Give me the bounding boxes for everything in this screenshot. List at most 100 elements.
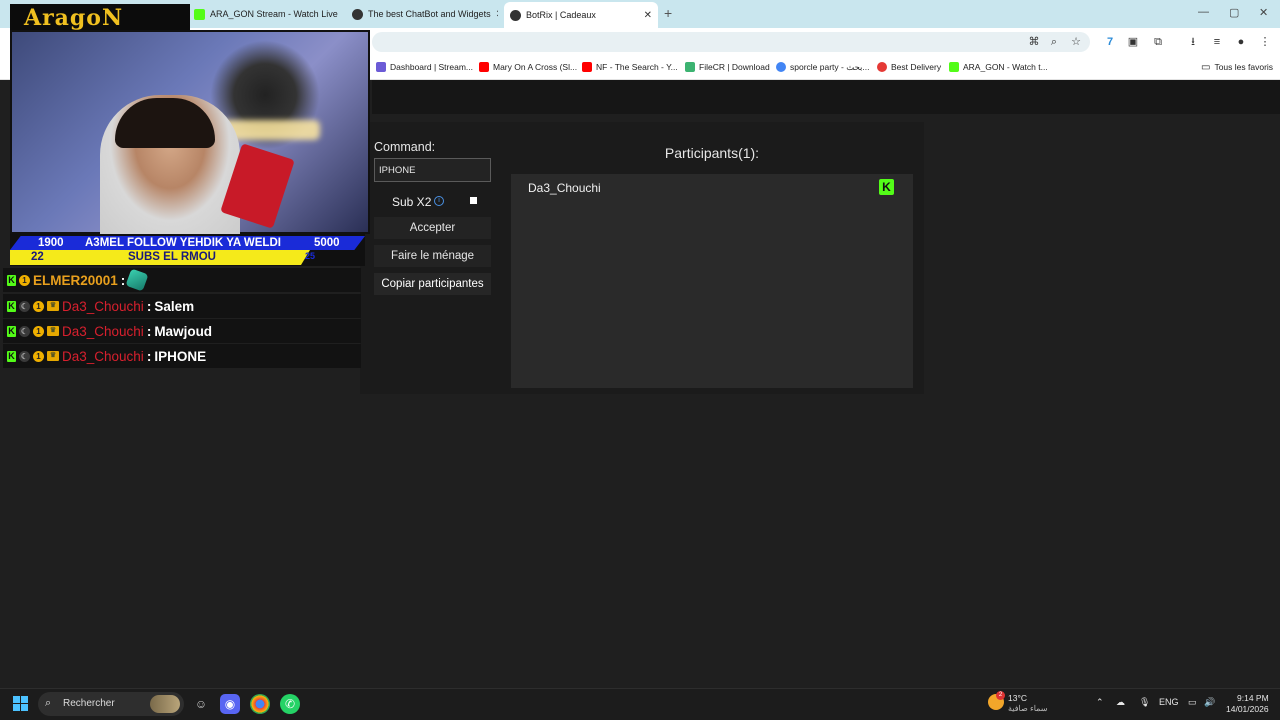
folder-icon: ▭: [1201, 61, 1211, 73]
copy-participants-button[interactable]: Copiar participantes: [374, 273, 491, 295]
kick-badge-icon: K: [7, 350, 16, 362]
moon-badge-icon: ☾: [19, 325, 30, 337]
bookmark-label: ARA_GON - Watch t...: [963, 62, 1048, 72]
zoom-icon[interactable]: ⌕: [1045, 33, 1063, 51]
windows-start-icon[interactable]: [13, 696, 29, 712]
sub-x2-checkbox[interactable]: [470, 197, 477, 204]
follow-goal-text: A3MEL FOLLOW YEHDIK YA WELDI: [85, 237, 281, 249]
gift-badge-icon: 1: [19, 274, 30, 286]
close-tab-icon[interactable]: ✕: [496, 9, 498, 20]
discord-icon[interactable]: ◉: [220, 694, 240, 714]
bookmark-label: Dashboard | Stream...: [390, 62, 473, 72]
aragon-logo: AragoN: [24, 5, 124, 31]
botrix-favicon-icon: [510, 9, 521, 21]
kick-badge-icon: K: [7, 300, 16, 312]
tab-botrix-cadeaux[interactable]: BotRix | Cadeaux ✕: [504, 2, 658, 28]
weather-temp: 13°C: [1008, 693, 1027, 703]
volume-icon[interactable]: 🔊: [1204, 697, 1215, 708]
profile-icon[interactable]: ●: [1232, 33, 1250, 51]
moon-badge-icon: ☾: [19, 300, 30, 312]
chat-message: K ☾ 1 ♛ Da3_Chouchi : Salem: [3, 294, 361, 318]
clock-date[interactable]: 14/01/2026: [1226, 704, 1269, 714]
gift-badge-icon: 1: [33, 325, 44, 337]
kick-platform-icon: K: [879, 179, 894, 195]
all-bookmarks-folder[interactable]: ▭ Tous les favoris: [1201, 60, 1273, 74]
bookmark-dashboard[interactable]: Dashboard | Stream...: [376, 60, 473, 74]
chrome-icon[interactable]: [250, 694, 270, 714]
new-tab-button[interactable]: +: [664, 5, 672, 21]
microphone-icon[interactable]: 🎙: [1139, 697, 1150, 708]
screenshot-extension-icon[interactable]: ▣: [1124, 33, 1142, 51]
media-control-icon[interactable]: ≡: [1208, 33, 1226, 51]
address-bar[interactable]: [372, 32, 1090, 52]
download-icon[interactable]: ⭳: [1184, 33, 1202, 51]
onedrive-icon[interactable]: ☁: [1116, 697, 1125, 708]
taskbar-app-icon[interactable]: ☺: [191, 694, 211, 714]
bookmark-label: Best Delivery: [891, 62, 942, 72]
maximize-button[interactable]: ▢: [1229, 6, 1239, 19]
chat-separator: :: [146, 323, 152, 339]
clock-time[interactable]: 9:14 PM: [1237, 693, 1269, 703]
accept-button[interactable]: Accepter: [374, 217, 491, 239]
bookmark-mary-on-a-cross[interactable]: Mary On A Cross (Sl...: [479, 60, 577, 74]
chat-message: K 1 ELMER20001 :: [3, 268, 361, 292]
translate-icon[interactable]: ⌘: [1025, 33, 1043, 51]
bookmark-label: sporcle party - بحث...: [790, 61, 870, 72]
bookmark-label: Mary On A Cross (Sl...: [493, 62, 578, 72]
bookmark-label: FileCR | Download: [699, 62, 770, 72]
tab-aragon-stream[interactable]: ARA_GON Stream - Watch Live ✕: [188, 3, 340, 25]
chat-text: Salem: [154, 298, 195, 314]
sub-goal-text: SUBS EL RMOU: [128, 251, 216, 263]
bookmark-label: Tous les favoris: [1214, 62, 1274, 72]
bookmark-aragon-watch[interactable]: ARA_GON - Watch t...: [949, 60, 1048, 74]
tab-label: BotRix | Cadeaux: [526, 10, 596, 20]
whatsapp-icon[interactable]: ✆: [280, 694, 300, 714]
delivery-icon: [877, 62, 887, 72]
info-icon[interactable]: i: [434, 196, 444, 206]
emote-icon: [125, 268, 149, 292]
sub-x2-label: Sub X2: [392, 195, 432, 209]
extensions-puzzle-icon[interactable]: ⧉: [1149, 33, 1167, 51]
participants-list: [511, 174, 913, 388]
follow-count: 1900: [38, 237, 64, 249]
bookmark-star-icon[interactable]: ☆: [1067, 33, 1085, 51]
chat-separator: :: [146, 298, 152, 314]
chat-text: IPHONE: [154, 348, 207, 364]
chat-message: K ☾ 1 ♛ Da3_Chouchi : Mawjoud: [3, 319, 361, 343]
bookmark-nf-the-search[interactable]: NF - The Search - Y...: [582, 60, 678, 74]
kick-badge-icon: K: [7, 274, 16, 286]
bookmark-filecr[interactable]: FileCR | Download: [685, 60, 770, 74]
clear-button[interactable]: Faire le ménage: [374, 245, 491, 267]
filecr-icon: [685, 62, 695, 72]
participant-name[interactable]: Da3_Chouchi: [528, 181, 601, 195]
extension-icon[interactable]: 7: [1101, 33, 1119, 51]
bookmark-best-delivery[interactable]: Best Delivery: [877, 60, 941, 74]
youtube-icon: [479, 62, 489, 72]
language-indicator[interactable]: ENG: [1159, 697, 1179, 707]
follow-goal-target: 5000: [314, 237, 340, 249]
sub-count: 22: [31, 251, 44, 263]
search-highlight-image: [150, 695, 180, 713]
close-tab-icon[interactable]: ✕: [644, 10, 652, 21]
network-icon[interactable]: ▭: [1188, 697, 1197, 708]
close-window-button[interactable]: ✕: [1259, 6, 1268, 19]
taskbar-search-placeholder: Rechercher: [63, 698, 115, 709]
youtube-icon: [582, 62, 592, 72]
gift-badge-icon: 1: [33, 300, 44, 312]
command-label: Command:: [374, 140, 436, 154]
bookmark-sporcle-party[interactable]: sporcle party - بحث...: [776, 60, 870, 74]
menu-kebab-icon[interactable]: ⋮: [1256, 33, 1274, 51]
kick-icon: [949, 62, 959, 72]
tray-chevron-icon[interactable]: ⌃: [1096, 697, 1104, 708]
sub-goal-target: 25: [305, 251, 316, 261]
google-icon: [776, 62, 786, 72]
tab-label: The best ChatBot and Widgets: [368, 9, 491, 19]
chat-username: Da3_Chouchi: [62, 348, 144, 364]
search-icon: ⌕: [45, 697, 52, 709]
tab-chatbot-widgets[interactable]: The best ChatBot and Widgets ✕: [346, 3, 498, 25]
crown-badge-icon: ♛: [47, 351, 59, 361]
command-input[interactable]: [374, 158, 491, 182]
chat-separator: :: [120, 272, 126, 288]
gift-badge-icon: 1: [33, 350, 44, 362]
minimize-button[interactable]: —: [1198, 6, 1209, 18]
